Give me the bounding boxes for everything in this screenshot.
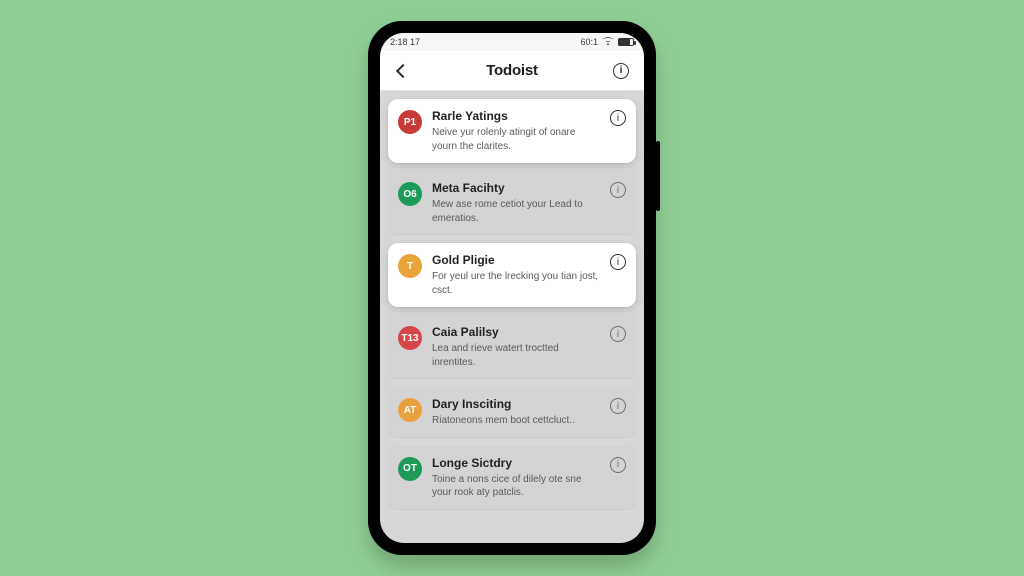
phone-frame: 2:18 17 60:1 Todoist i P1 Rarle Yatings Ne… xyxy=(368,21,656,555)
item-title: Gold Pligie xyxy=(432,253,600,267)
phone-side-button xyxy=(656,141,660,211)
task-list: P1 Rarle Yatings Neive yur rolenly atingit… xyxy=(380,91,644,543)
status-net: 60:1 xyxy=(580,37,598,47)
chevron-left-icon xyxy=(396,63,410,77)
item-info-button[interactable]: i xyxy=(610,254,626,270)
list-item[interactable]: T Gold Pligie For yeul ure the lrecking yo… xyxy=(388,243,636,307)
item-subtitle: Neive yur rolenly atingit of onare yourn… xyxy=(432,126,600,153)
item-subtitle: Lea and rieve watert troctted inrentites… xyxy=(432,342,600,369)
item-title: Dary Insciting xyxy=(432,397,600,411)
status-right: 60:1 xyxy=(580,37,634,48)
item-text: Dary Insciting Riatoneons mem boot cettcl… xyxy=(432,397,600,428)
info-icon: i xyxy=(617,185,619,196)
item-info-button[interactable]: i xyxy=(610,110,626,126)
item-title: Longe Sictdry xyxy=(432,456,600,470)
item-text: Longe Sictdry Toine a nons cice of dilely… xyxy=(432,456,600,500)
list-item[interactable]: O6 Meta Facihty Mew ase rome cetiot your L… xyxy=(388,171,636,235)
info-icon: i xyxy=(617,401,619,412)
avatar: T13 xyxy=(398,326,422,350)
item-title: Rarle Yatings xyxy=(432,109,600,123)
item-title: Caia Palilsy xyxy=(432,325,600,339)
avatar: T xyxy=(398,254,422,278)
app-header: Todoist i xyxy=(380,51,644,91)
item-text: Gold Pligie For yeul ure the lrecking you… xyxy=(432,253,600,297)
item-subtitle: For yeul ure the lrecking you tian jost,… xyxy=(432,270,600,297)
item-text: Rarle Yatings Neive yur rolenly atingit o… xyxy=(432,109,600,153)
item-subtitle: Riatoneons mem boot cettcluct.. xyxy=(432,414,600,428)
info-icon: i xyxy=(617,257,619,268)
list-item[interactable]: AT Dary Insciting Riatoneons mem boot cett… xyxy=(388,387,636,438)
phone-screen: 2:18 17 60:1 Todoist i P1 Rarle Yatings Ne… xyxy=(380,33,644,543)
item-info-button[interactable]: i xyxy=(610,326,626,342)
item-text: Caia Palilsy Lea and rieve watert troctte… xyxy=(432,325,600,369)
avatar: O6 xyxy=(398,182,422,206)
back-button[interactable] xyxy=(390,58,416,84)
item-info-button[interactable]: i xyxy=(610,457,626,473)
info-icon: i xyxy=(617,113,619,124)
item-subtitle: Mew ase rome cetiot your Lead to emerati… xyxy=(432,198,600,225)
status-bar: 2:18 17 60:1 xyxy=(380,33,644,51)
item-text: Meta Facihty Mew ase rome cetiot your Lea… xyxy=(432,181,600,225)
item-info-button[interactable]: i xyxy=(610,182,626,198)
info-icon: i xyxy=(617,459,619,470)
page-title: Todoist xyxy=(486,62,538,79)
list-item[interactable]: OT Longe Sictdry Toine a nons cice of dile… xyxy=(388,446,636,510)
item-title: Meta Facihty xyxy=(432,181,600,195)
wifi-icon xyxy=(602,37,614,48)
avatar: AT xyxy=(398,398,422,422)
header-info-button[interactable]: i xyxy=(608,58,634,84)
battery-icon xyxy=(618,38,634,46)
avatar: OT xyxy=(398,457,422,481)
list-item[interactable]: P1 Rarle Yatings Neive yur rolenly atingit… xyxy=(388,99,636,163)
avatar: P1 xyxy=(398,110,422,134)
list-item[interactable]: T13 Caia Palilsy Lea and rieve watert troc… xyxy=(388,315,636,379)
item-info-button[interactable]: i xyxy=(610,398,626,414)
info-icon: i xyxy=(617,329,619,340)
item-subtitle: Toine a nons cice of dilely ote sne your… xyxy=(432,473,600,500)
info-icon: i xyxy=(613,63,629,79)
status-time: 2:18 17 xyxy=(390,37,420,47)
